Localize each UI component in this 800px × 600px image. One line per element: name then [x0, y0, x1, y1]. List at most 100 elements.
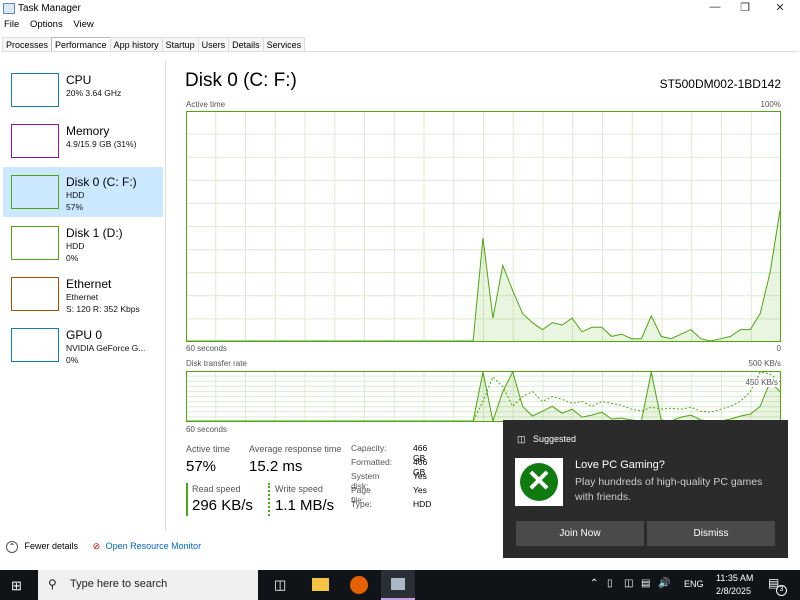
suggested-icon: ◫	[517, 434, 526, 444]
battery-icon[interactable]: ◫	[624, 578, 633, 589]
search-placeholder: Type here to search	[70, 578, 168, 590]
transfer-rate-max: 500 KB/s	[748, 359, 781, 368]
show-hidden-icons[interactable]: ⌃	[590, 578, 598, 589]
clock-time[interactable]: 11:35 AM	[716, 573, 753, 583]
clock-date[interactable]: 2/8/2025	[716, 586, 751, 596]
resource-sidebar: CPU 20% 3.64 GHz Memory 4.9/15.9 GB (31%…	[0, 60, 166, 530]
transfer-rate-secondary: 450 KB/s	[745, 378, 778, 387]
write-speed-label: Write speed	[275, 484, 323, 494]
active-time-graph	[186, 111, 781, 342]
close-button[interactable]: ✕	[765, 1, 795, 17]
dismiss-button[interactable]: Dismiss	[647, 521, 775, 546]
read-speed-indicator	[186, 483, 188, 516]
tab-details[interactable]: Details	[228, 37, 264, 51]
sidebar-item-value: 57%	[66, 202, 84, 212]
sidebar-item-ethernet[interactable]: Ethernet Ethernet S: 120 R: 352 Kbps	[3, 269, 163, 319]
write-speed-stat: 1.1 MB/s	[275, 497, 335, 514]
notification-count: 3	[776, 585, 787, 596]
xbox-logo: ✕	[515, 458, 563, 506]
sidebar-item-name: Memory	[66, 124, 110, 138]
tab-performance[interactable]: Performance	[51, 37, 111, 51]
notification-toast: ◫ Suggested ✕ Love PC Gaming? Play hundr…	[503, 420, 788, 558]
maximize-button[interactable]: ❐	[730, 1, 760, 17]
volume-icon[interactable]: 🔊	[658, 578, 670, 589]
sidebar-item-detail: Ethernet	[66, 292, 99, 302]
mini-graph	[11, 226, 59, 260]
taskbar-search[interactable]: ⚲ Type here to search	[38, 570, 258, 600]
window-title: Task Manager	[18, 3, 81, 14]
mini-graph	[11, 175, 59, 209]
sidebar-item-detail: NVIDIA GeForce G...	[66, 343, 146, 353]
active-time-max: 100%	[760, 100, 781, 109]
tab-services[interactable]: Services	[262, 37, 306, 51]
mini-graph	[11, 277, 59, 311]
file-explorer-icon[interactable]	[312, 578, 329, 591]
taskbar: ⊞ ⚲ Type here to search ◫ ⌃ ▯ ◫ ▤ 🔊 ENG …	[0, 570, 800, 600]
sidebar-item-disk-1[interactable]: Disk 1 (D:) HDD 0%	[3, 218, 163, 268]
active-time-zero: 0	[776, 344, 781, 353]
title-bar: Task Manager — ❐ ✕	[0, 0, 800, 18]
tab-processes[interactable]: Processes	[2, 37, 53, 51]
sidebar-item-cpu[interactable]: CPU 20% 3.64 GHz	[3, 65, 163, 115]
sidebar-item-name: GPU 0	[66, 328, 103, 342]
property-value: HDD	[413, 499, 432, 509]
tab-startup[interactable]: Startup	[161, 37, 199, 51]
mini-graph	[11, 73, 59, 107]
menu-options[interactable]: Options	[30, 19, 63, 30]
tab-users[interactable]: Users	[197, 37, 230, 51]
menu-file[interactable]: File	[4, 19, 19, 30]
resource-monitor-icon: ⊘	[92, 541, 101, 551]
sidebar-item-name: Ethernet	[66, 277, 112, 291]
sidebar-item-memory[interactable]: Memory 4.9/15.9 GB (31%)	[3, 116, 163, 166]
sidebar-item-gpu[interactable]: GPU 0 NVIDIA GeForce G... 0%	[3, 320, 163, 370]
fewer-details-button[interactable]: Fewer details	[25, 541, 79, 551]
active-time-seconds: 60 seconds	[186, 344, 227, 353]
mini-graph	[11, 328, 59, 362]
transfer-rate-seconds: 60 seconds	[186, 425, 227, 434]
property-value: Yes	[413, 485, 427, 495]
task-view-icon[interactable]: ◫	[274, 577, 286, 593]
page-title: Disk 0 (C: F:)	[185, 70, 297, 91]
sidebar-item-disk[interactable]: Disk 0 (C: F:) HDD 57%	[3, 167, 163, 217]
tab-bar: Processes Performance App history Startu…	[2, 37, 798, 52]
join-now-button[interactable]: Join Now	[516, 521, 644, 546]
sidebar-item-detail: 20% 3.64 GHz	[66, 88, 122, 98]
response-time-stat: 15.2 ms	[249, 458, 303, 475]
menu-bar: File Options View	[4, 19, 102, 30]
property-label: Type:	[351, 499, 372, 509]
read-speed-label: Read speed	[192, 484, 241, 494]
network-icon[interactable]: ▤	[641, 578, 650, 589]
toast-title: Love PC Gaming?	[575, 459, 665, 471]
active-time-stat-label: Active time	[186, 444, 231, 454]
chevron-up-icon: ⌃	[6, 541, 18, 553]
active-time-label: Active time	[186, 100, 226, 109]
property-label: Formatted:	[351, 457, 393, 467]
write-speed-indicator	[268, 483, 270, 516]
sidebar-item-value: 0%	[66, 253, 79, 263]
response-time-label: Average response time	[249, 444, 342, 454]
sidebar-item-name: CPU	[66, 73, 92, 87]
sidebar-item-detail: HDD	[66, 190, 85, 200]
task-manager-taskbar-button[interactable]	[381, 570, 415, 600]
toast-header: Suggested	[533, 434, 577, 444]
minimize-button[interactable]: —	[700, 1, 730, 17]
sidebar-item-detail: HDD	[66, 241, 85, 251]
sidebar-item-value: 0%	[66, 355, 79, 365]
sidebar-item-name: Disk 0 (C: F:)	[66, 175, 137, 189]
open-resource-monitor-link[interactable]: Open Resource Monitor	[106, 541, 202, 551]
menu-view[interactable]: View	[73, 19, 93, 30]
tablet-icon[interactable]: ▯	[607, 578, 613, 589]
property-label: Capacity:	[351, 443, 387, 453]
sidebar-item-value: S: 120 R: 352 Kbps	[66, 304, 140, 314]
sidebar-item-name: Disk 1 (D:)	[66, 226, 123, 240]
active-time-stat: 57%	[186, 458, 217, 475]
firefox-icon[interactable]	[350, 576, 368, 594]
search-icon: ⚲	[48, 577, 57, 591]
task-manager-icon	[3, 3, 15, 14]
property-value: Yes	[413, 471, 427, 481]
tab-app-history[interactable]: App history	[109, 37, 163, 51]
language-indicator[interactable]: ENG	[684, 579, 704, 589]
windows-start-icon[interactable]: ⊞	[11, 578, 22, 594]
read-speed-stat: 296 KB/s	[192, 497, 253, 514]
footer: ⌃ Fewer details ⊘ Open Resource Monitor	[6, 541, 201, 553]
